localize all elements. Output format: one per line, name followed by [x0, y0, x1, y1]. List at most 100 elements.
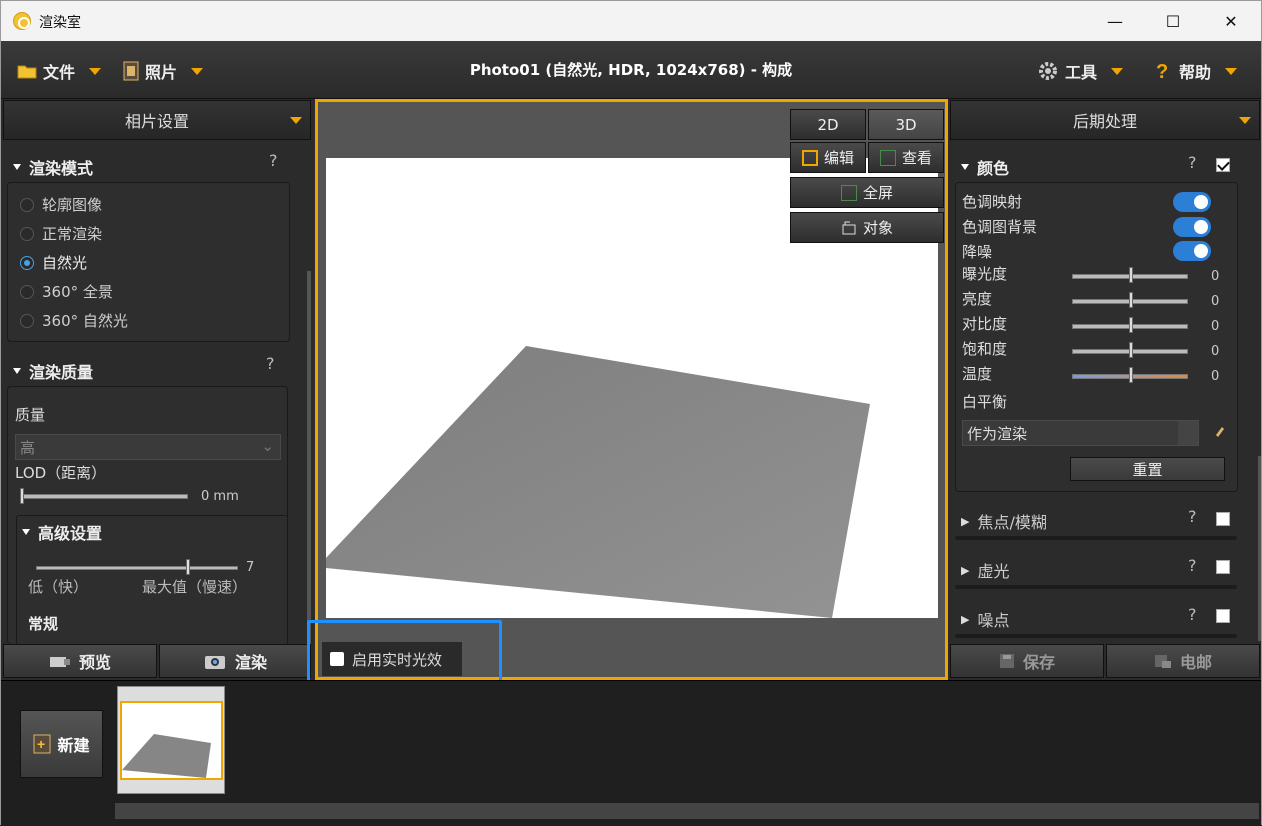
- new-photo-label: 新建: [57, 736, 90, 755]
- color-box: 色调映射 色调图背景 降噪 曝光度 0 亮度 0 对比度 0 饱和度 0 温度 …: [955, 182, 1238, 492]
- chevron-down-icon: [89, 67, 102, 75]
- temperature-slider-thumb[interactable]: [1129, 367, 1133, 383]
- lod-value: 0 mm: [201, 489, 239, 504]
- thumbnail-plane: [122, 734, 211, 778]
- camera-flash-icon: [204, 656, 225, 669]
- photo-settings-header[interactable]: 相片设置: [3, 100, 311, 140]
- radio-360-panorama[interactable]: 360° 全景: [20, 281, 113, 302]
- advanced-slider-thumb[interactable]: [185, 559, 190, 575]
- post-processing-label: 后期处理: [1072, 112, 1137, 131]
- new-photo-button[interactable]: + 新建: [20, 710, 103, 778]
- radio-label: 360° 全景: [42, 283, 113, 301]
- left-panel-scrollbar[interactable]: [307, 271, 311, 646]
- lod-slider-track[interactable]: [22, 494, 188, 499]
- advanced-settings-section[interactable]: 高级设置: [22, 520, 102, 544]
- contrast-value: 0: [1211, 319, 1220, 334]
- radio-normal-render[interactable]: 正常渲染: [20, 223, 102, 244]
- minimize-button[interactable]: —: [1086, 1, 1144, 41]
- lod-slider-thumb[interactable]: [20, 488, 24, 504]
- radio-360-natural-light[interactable]: 360° 自然光: [20, 310, 128, 331]
- radio-icon: [20, 226, 34, 241]
- tone-bg-toggle[interactable]: [1173, 217, 1211, 237]
- edit-square-icon: [801, 149, 818, 166]
- fullscreen-label: 全屏: [862, 184, 893, 202]
- max-slow-label: 最大值（慢速）: [142, 578, 248, 596]
- exposure-value: 0: [1211, 269, 1220, 284]
- contrast-slider-thumb[interactable]: [1129, 317, 1133, 333]
- quality-select[interactable]: 高 ⌄: [15, 434, 281, 460]
- 2d-label: 2D: [817, 115, 839, 134]
- help-menu[interactable]: ? 帮助: [1151, 59, 1238, 83]
- reset-button[interactable]: 重置: [1070, 457, 1225, 481]
- noise-checkbox[interactable]: [1216, 609, 1230, 623]
- noise-help[interactable]: ?: [1188, 605, 1197, 624]
- photo-menu[interactable]: 照片: [123, 59, 204, 83]
- tone-mapping-toggle[interactable]: [1173, 192, 1211, 212]
- view-label: 查看: [901, 149, 932, 167]
- render-quality-section[interactable]: 渲染质量: [13, 359, 93, 383]
- photo-thumbnail[interactable]: [117, 686, 225, 794]
- advanced-slider-track[interactable]: [36, 566, 238, 570]
- fullscreen-button[interactable]: 全屏: [790, 177, 944, 208]
- filmstrip-scrollbar[interactable]: [115, 803, 1259, 819]
- focus-blur-help[interactable]: ?: [1188, 507, 1197, 526]
- exposure-label: 曝光度: [962, 265, 1008, 283]
- file-menu[interactable]: 文件: [17, 59, 102, 83]
- view-button[interactable]: 查看: [868, 142, 944, 173]
- edit-button[interactable]: 编辑: [790, 142, 866, 173]
- low-fast-label: 低（快）: [28, 578, 89, 596]
- lod-label: LOD（距离）: [15, 464, 107, 482]
- color-section[interactable]: 颜色: [961, 155, 1009, 179]
- object-label: 对象: [862, 219, 893, 237]
- radio-label: 360° 自然光: [42, 312, 128, 330]
- chevron-down-icon: [290, 117, 302, 124]
- object-button[interactable]: 对象: [790, 212, 944, 243]
- tools-menu-label: 工具: [1065, 63, 1098, 82]
- vignette-section[interactable]: ▶ 虚光: [961, 558, 1009, 582]
- focus-blur-checkbox[interactable]: [1216, 512, 1230, 526]
- post-processing-header[interactable]: 后期处理: [950, 100, 1260, 140]
- save-button[interactable]: 保存: [950, 644, 1104, 678]
- tools-menu[interactable]: 工具: [1037, 59, 1124, 83]
- vignette-checkbox[interactable]: [1216, 560, 1230, 574]
- help-menu-label: 帮助: [1179, 63, 1212, 82]
- denoise-label: 降噪: [962, 243, 993, 261]
- brightness-slider-thumb[interactable]: [1129, 292, 1133, 308]
- denoise-toggle[interactable]: [1173, 241, 1211, 261]
- noise-section[interactable]: ▶ 噪点: [961, 607, 1009, 631]
- right-panel-scrollbar[interactable]: [1258, 456, 1261, 641]
- app-icon: [13, 12, 31, 30]
- maximize-button[interactable]: ☐: [1144, 1, 1202, 41]
- 3d-label: 3D: [895, 115, 917, 134]
- focus-blur-section[interactable]: ▶ 焦点/模糊: [961, 509, 1047, 533]
- render-quality-help[interactable]: ?: [266, 354, 275, 373]
- 2d-button[interactable]: 2D: [790, 109, 866, 140]
- white-balance-select[interactable]: 作为渲染: [962, 420, 1199, 446]
- render-mode-section[interactable]: 渲染模式: [13, 155, 93, 179]
- gear-icon: [1039, 62, 1057, 80]
- radio-natural-light[interactable]: 自然光: [20, 252, 87, 273]
- exposure-slider-thumb[interactable]: [1129, 267, 1133, 283]
- tone-mapping-label: 色调映射: [962, 193, 1023, 211]
- preview-button[interactable]: 预览: [3, 644, 157, 678]
- radio-outline-image[interactable]: 轮廓图像: [20, 194, 102, 215]
- vignette-help[interactable]: ?: [1188, 556, 1197, 575]
- close-button[interactable]: ✕: [1202, 1, 1260, 41]
- eyedropper-icon[interactable]: [1214, 423, 1226, 437]
- saturation-label: 饱和度: [962, 340, 1008, 358]
- render-quality-title: 渲染质量: [29, 363, 94, 382]
- render-button[interactable]: 渲染: [159, 644, 311, 678]
- saturation-slider-thumb[interactable]: [1129, 342, 1133, 358]
- render-mode-help[interactable]: ?: [269, 151, 278, 170]
- 3d-button[interactable]: 3D: [868, 109, 944, 140]
- color-enable-checkbox[interactable]: [1216, 158, 1230, 172]
- new-film-icon: +: [33, 734, 51, 754]
- photo-settings-label: 相片设置: [124, 112, 189, 131]
- color-help[interactable]: ?: [1188, 153, 1197, 172]
- render-viewport[interactable]: 2D 3D 编辑 查看 全屏 对象: [315, 99, 948, 680]
- collapse-arrow-icon: [961, 164, 969, 170]
- photo-menu-label: 照片: [145, 63, 178, 82]
- email-button[interactable]: 电邮: [1106, 644, 1260, 678]
- render-mode-box: 轮廓图像 正常渲染 自然光 360° 全景 360° 自然光: [7, 182, 290, 342]
- render-mode-title: 渲染模式: [29, 159, 94, 178]
